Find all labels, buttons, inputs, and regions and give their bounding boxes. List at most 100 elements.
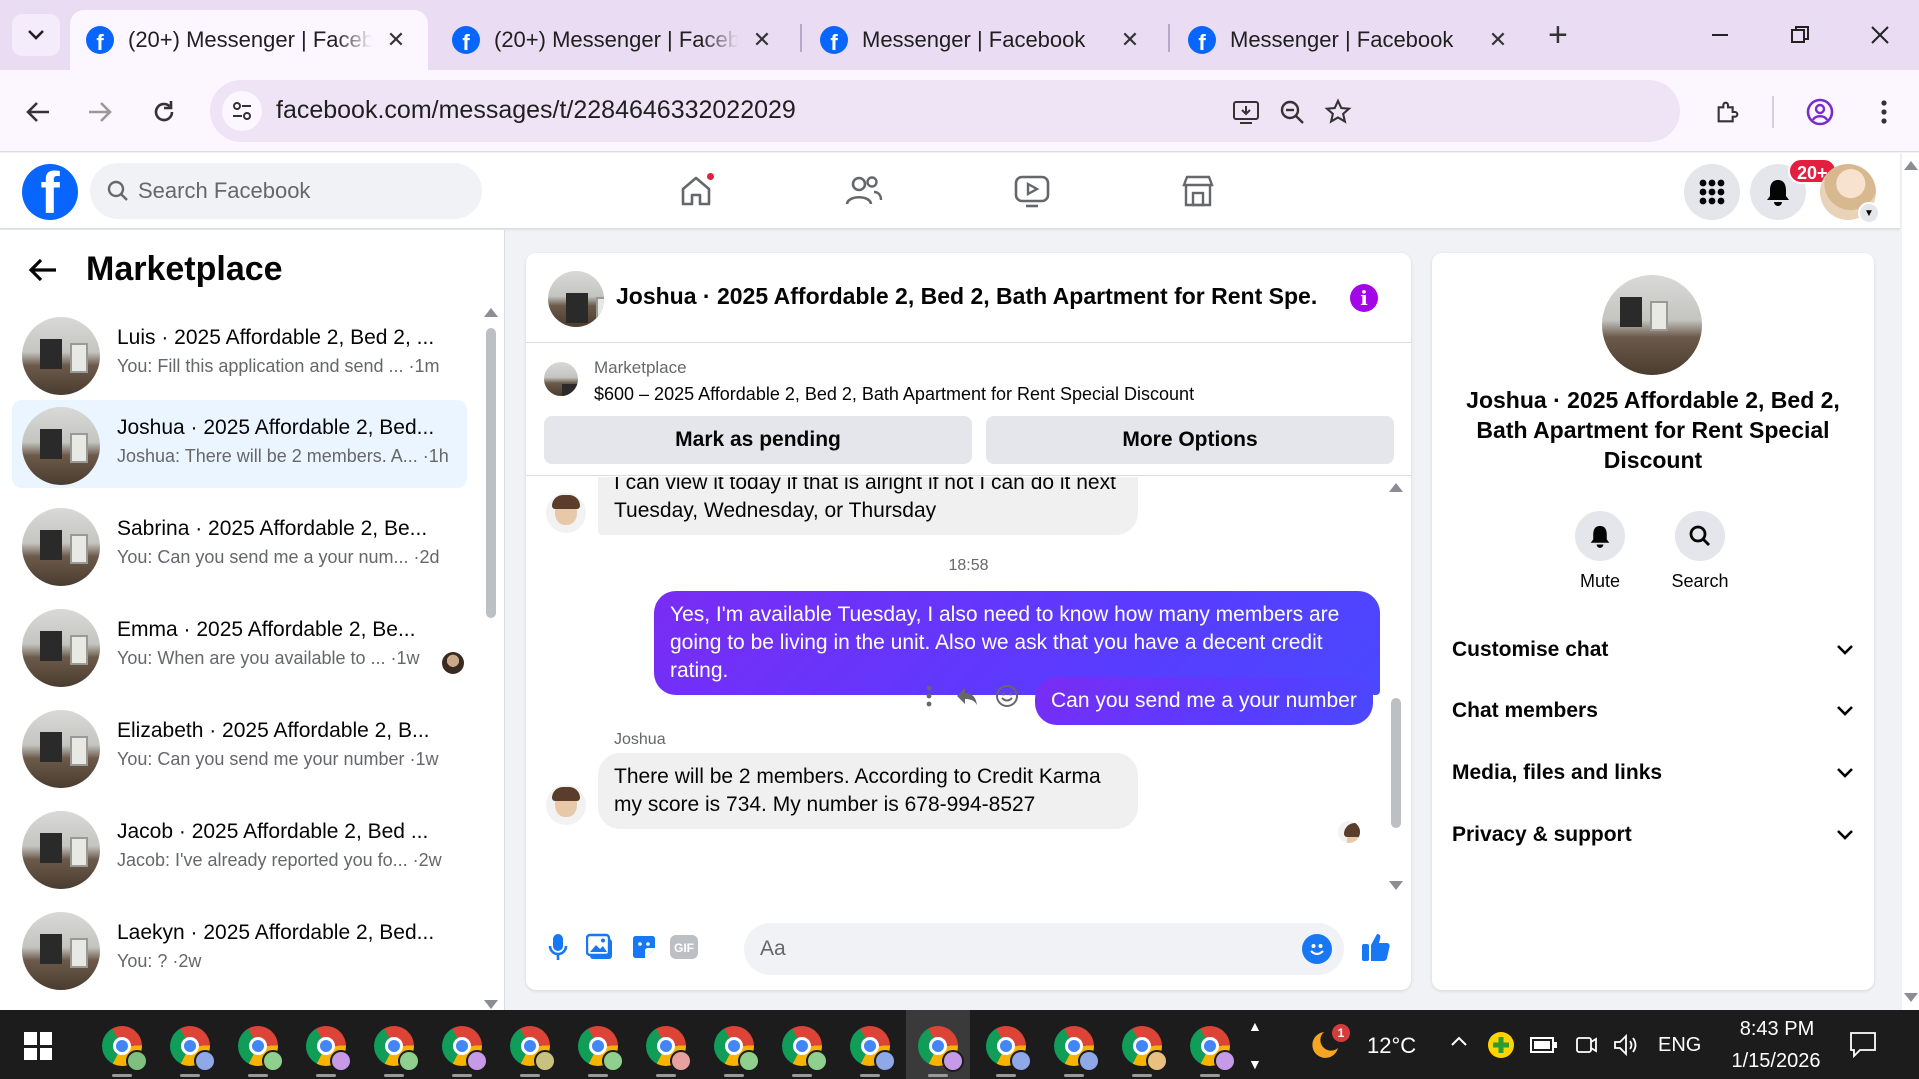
close-tab-icon[interactable]: ✕ xyxy=(748,27,776,53)
tray-app-icon[interactable] xyxy=(1488,1032,1514,1058)
conversation-item-luis[interactable]: Luis · 2025 Affordable 2, Bed 2, ... You… xyxy=(12,310,467,398)
close-tab-icon[interactable]: ✕ xyxy=(1484,27,1512,53)
battery-icon[interactable] xyxy=(1530,1036,1558,1059)
scroll-down-icon[interactable] xyxy=(1389,881,1403,890)
minimize-button[interactable] xyxy=(1700,18,1740,52)
scroll-up-icon[interactable] xyxy=(1389,483,1403,492)
conversation-item-laekyn[interactable]: Laekyn · 2025 Affordable 2, Bed... You: … xyxy=(12,905,467,993)
taskbar-chrome-window[interactable] xyxy=(644,1024,692,1072)
react-emoji-icon[interactable] xyxy=(992,681,1022,711)
reload-button[interactable] xyxy=(144,92,184,132)
voice-clip-icon[interactable] xyxy=(540,929,576,965)
emoji-icon[interactable] xyxy=(1302,934,1332,964)
close-window-button[interactable] xyxy=(1860,18,1900,52)
taskbar-chrome-window[interactable] xyxy=(304,1024,352,1072)
taskbar-chrome-window[interactable] xyxy=(508,1024,556,1072)
mark-as-pending-button[interactable]: Mark as pending xyxy=(544,416,972,464)
scroll-up-icon[interactable] xyxy=(484,308,498,317)
scroll-down-icon[interactable] xyxy=(484,1000,498,1009)
taskbar-scroll-down-icon[interactable]: ▼ xyxy=(1248,1056,1262,1072)
nav-marketplace[interactable] xyxy=(1172,167,1224,215)
taskbar-chrome-window[interactable] xyxy=(168,1024,216,1072)
listing-thumbnail[interactable] xyxy=(544,362,578,396)
chat-avatar[interactable] xyxy=(548,271,604,327)
temperature-text[interactable]: 12°C xyxy=(1367,1033,1416,1059)
conversation-item-elizabeth[interactable]: Elizabeth · 2025 Affordable 2, B... You:… xyxy=(12,703,467,791)
section-media-files-links[interactable]: Media, files and links xyxy=(1452,748,1854,798)
listing-title[interactable]: $600 – 2025 Affordable 2, Bed 2, Bath Ap… xyxy=(594,384,1194,405)
taskbar-chrome-window[interactable] xyxy=(372,1024,420,1072)
taskbar-chrome-window[interactable] xyxy=(712,1024,760,1072)
taskbar-scroll-up-icon[interactable]: ▲ xyxy=(1248,1018,1262,1034)
taskbar-chrome-window[interactable] xyxy=(100,1024,148,1072)
taskbar-chrome-window[interactable] xyxy=(576,1024,624,1072)
more-actions-icon[interactable] xyxy=(914,681,944,711)
menu-button[interactable] xyxy=(1684,164,1740,220)
message-input[interactable] xyxy=(760,931,1280,967)
gif-icon[interactable]: GIF xyxy=(666,929,702,965)
url-text[interactable]: facebook.com/messages/t/2284646332022029 xyxy=(276,96,796,125)
taskbar-chrome-window[interactable] xyxy=(1120,1024,1168,1072)
tab-search-button[interactable] xyxy=(12,14,60,56)
zoom-button[interactable] xyxy=(1276,96,1308,128)
message-input-box[interactable] xyxy=(744,923,1344,975)
conversation-item-joshua[interactable]: Joshua · 2025 Affordable 2, Bed... Joshu… xyxy=(12,400,467,488)
site-info-button[interactable] xyxy=(222,91,262,131)
back-button[interactable] xyxy=(18,92,58,132)
show-hidden-icons-icon[interactable] xyxy=(1450,1034,1468,1052)
clock-date[interactable]: 1/15/2026 xyxy=(1720,1050,1832,1073)
clock-time[interactable]: 8:43 PM xyxy=(1732,1018,1822,1041)
volume-icon[interactable] xyxy=(1612,1033,1640,1062)
scrollbar-thumb[interactable] xyxy=(1391,698,1401,828)
message-bubble-outgoing[interactable]: Can you send me a your number xyxy=(1035,677,1373,725)
browser-tab-3[interactable]: f Messenger | Facebook ✕ xyxy=(804,10,1166,70)
back-arrow-icon[interactable] xyxy=(28,253,62,287)
close-tab-icon[interactable]: ✕ xyxy=(1116,27,1144,53)
wifi-tray-icon[interactable] xyxy=(1574,1034,1598,1061)
taskbar-chrome-window[interactable] xyxy=(1052,1024,1100,1072)
info-icon[interactable]: i xyxy=(1350,284,1378,312)
conversation-avatar[interactable] xyxy=(1602,275,1702,375)
profile-button[interactable] xyxy=(1800,92,1840,132)
browser-tab-1[interactable]: f (20+) Messenger | Facebook ✕ xyxy=(70,10,428,70)
section-chat-members[interactable]: Chat members xyxy=(1452,686,1854,736)
sticker-icon[interactable] xyxy=(626,929,662,965)
taskbar-chrome-window[interactable] xyxy=(916,1024,964,1072)
taskbar-chrome-window[interactable] xyxy=(1188,1024,1236,1072)
address-bar[interactable]: facebook.com/messages/t/2284646332022029 xyxy=(210,80,1680,142)
taskbar-chrome-window[interactable] xyxy=(780,1024,828,1072)
language-indicator[interactable]: ENG xyxy=(1658,1034,1701,1057)
chat-title[interactable]: Joshua · 2025 Affordable 2, Bed 2, Bath … xyxy=(616,283,1316,310)
conversation-item-jacob[interactable]: Jacob · 2025 Affordable 2, Bed ... Jacob… xyxy=(12,804,467,892)
like-thumbs-up-icon[interactable] xyxy=(1358,929,1394,965)
joshua-avatar[interactable] xyxy=(546,493,586,533)
conversation-item-sabrina[interactable]: Sabrina · 2025 Affordable 2, Be... You: … xyxy=(12,501,467,589)
nav-home[interactable] xyxy=(670,167,722,215)
section-privacy-support[interactable]: Privacy & support xyxy=(1452,810,1854,860)
page-scrollbar[interactable] xyxy=(1902,153,1919,1010)
chat-scrollbar[interactable] xyxy=(1388,483,1404,893)
facebook-search[interactable] xyxy=(90,163,482,219)
message-bubble-incoming[interactable]: I can view it today if that is alright i… xyxy=(598,477,1138,535)
more-options-button[interactable]: More Options xyxy=(986,416,1394,464)
conversation-list-scrollbar[interactable] xyxy=(484,308,498,1009)
restore-button[interactable] xyxy=(1780,18,1820,52)
section-customise-chat[interactable]: Customise chat xyxy=(1452,625,1854,675)
conversation-item-emma[interactable]: Emma · 2025 Affordable 2, Be... You: Whe… xyxy=(12,602,467,690)
browser-tab-4[interactable]: f Messenger | Facebook ✕ xyxy=(1172,10,1534,70)
nav-video[interactable] xyxy=(1006,167,1058,215)
windows-start-icon[interactable] xyxy=(24,1032,52,1060)
scrollbar-thumb[interactable] xyxy=(486,328,496,618)
facebook-logo-icon[interactable]: f xyxy=(22,164,78,220)
taskbar-chrome-window[interactable] xyxy=(848,1024,896,1072)
taskbar-chrome-window[interactable] xyxy=(236,1024,284,1072)
browser-menu-button[interactable] xyxy=(1864,92,1904,132)
bookmark-button[interactable] xyxy=(1322,96,1354,128)
taskbar-chrome-window[interactable] xyxy=(984,1024,1032,1072)
forward-button[interactable] xyxy=(80,92,120,132)
account-avatar[interactable]: ▼ xyxy=(1820,164,1880,224)
extensions-button[interactable] xyxy=(1708,92,1748,132)
joshua-avatar[interactable] xyxy=(546,785,586,825)
scroll-up-icon[interactable] xyxy=(1904,161,1918,170)
reply-icon[interactable] xyxy=(952,681,982,711)
